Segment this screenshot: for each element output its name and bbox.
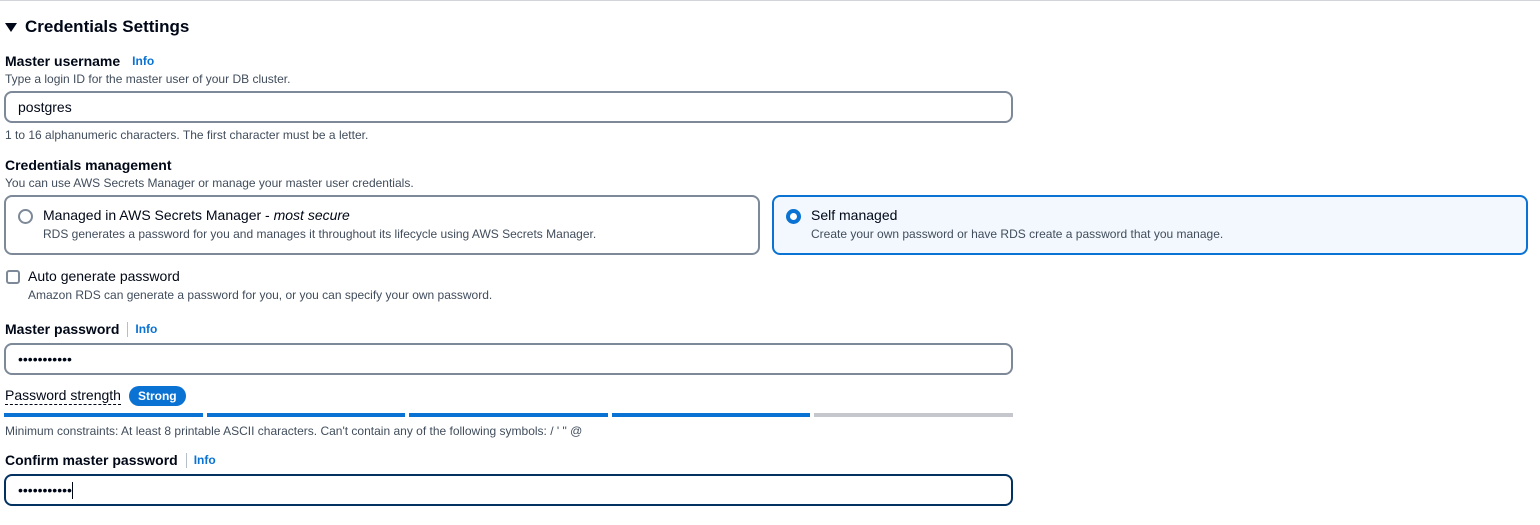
confirm-password-value: ••••••••••• [18, 482, 72, 498]
confirm-password-label-row: Confirm master password Info [5, 452, 216, 468]
secrets-manager-radio[interactable] [18, 209, 33, 224]
master-username-label: Master username [5, 53, 121, 69]
text-cursor [71, 481, 73, 499]
password-strength-badge: Strong [128, 386, 186, 406]
master-username-input[interactable] [4, 91, 1013, 123]
strength-segment [409, 413, 608, 417]
secrets-manager-text: Managed in AWS Secrets Manager - most se… [43, 207, 596, 241]
master-password-info-link[interactable]: Info [135, 322, 157, 336]
option-self-managed-tile[interactable]: Self managed Create your own password or… [772, 195, 1528, 255]
caret-down-icon [5, 23, 17, 32]
master-username-description: Type a login ID for the master user of y… [5, 72, 291, 86]
confirm-password-input[interactable]: ••••••••••• [4, 474, 1013, 506]
credentials-section-toggle[interactable]: Credentials Settings [5, 17, 189, 37]
auto-generate-label[interactable]: Auto generate password [28, 268, 180, 284]
secrets-manager-title-emphasis: most secure [273, 207, 350, 223]
master-password-label-row: Master password Info [5, 321, 157, 337]
master-username-info-link[interactable]: Info [132, 54, 154, 68]
strength-segment [611, 413, 811, 417]
secrets-manager-description: RDS generates a password for you and man… [43, 227, 597, 241]
strength-segment [206, 413, 406, 417]
info-separator [127, 321, 129, 337]
password-constraint: Minimum constraints: At least 8 printabl… [5, 424, 583, 438]
auto-generate-checkbox[interactable] [6, 270, 20, 284]
master-password-input[interactable] [4, 343, 1013, 375]
password-strength-meter [4, 413, 1013, 417]
master-username-constraint: 1 to 16 alphanumeric characters. The fir… [5, 128, 369, 142]
auto-generate-description: Amazon RDS can generate a password for y… [28, 288, 493, 302]
credentials-management-label: Credentials management [5, 157, 172, 173]
password-strength-row: Password strength Strong [5, 386, 186, 406]
self-managed-radio[interactable] [786, 209, 801, 224]
secrets-manager-title: Managed in AWS Secrets Manager - most se… [43, 207, 596, 223]
top-divider [0, 0, 1540, 1]
password-strength-label: Password strength [5, 387, 121, 405]
secrets-manager-title-text: Managed in AWS Secrets Manager - [43, 207, 274, 223]
section-title: Credentials Settings [25, 17, 190, 36]
strength-segment [814, 413, 1013, 417]
credentials-management-description: You can use AWS Secrets Manager or manag… [5, 176, 414, 190]
master-username-label-row: Master username Info [5, 53, 154, 69]
confirm-password-info-link[interactable]: Info [194, 453, 216, 467]
master-password-label: Master password [5, 321, 120, 337]
strength-segment [4, 413, 203, 417]
option-secrets-manager-tile[interactable]: Managed in AWS Secrets Manager - most se… [4, 195, 760, 255]
self-managed-description: Create your own password or have RDS cre… [811, 227, 1224, 241]
self-managed-title: Self managed [811, 207, 898, 223]
info-separator [185, 452, 187, 468]
confirm-password-label: Confirm master password [5, 452, 178, 468]
self-managed-text: Self managed Create your own password or… [811, 207, 1223, 241]
